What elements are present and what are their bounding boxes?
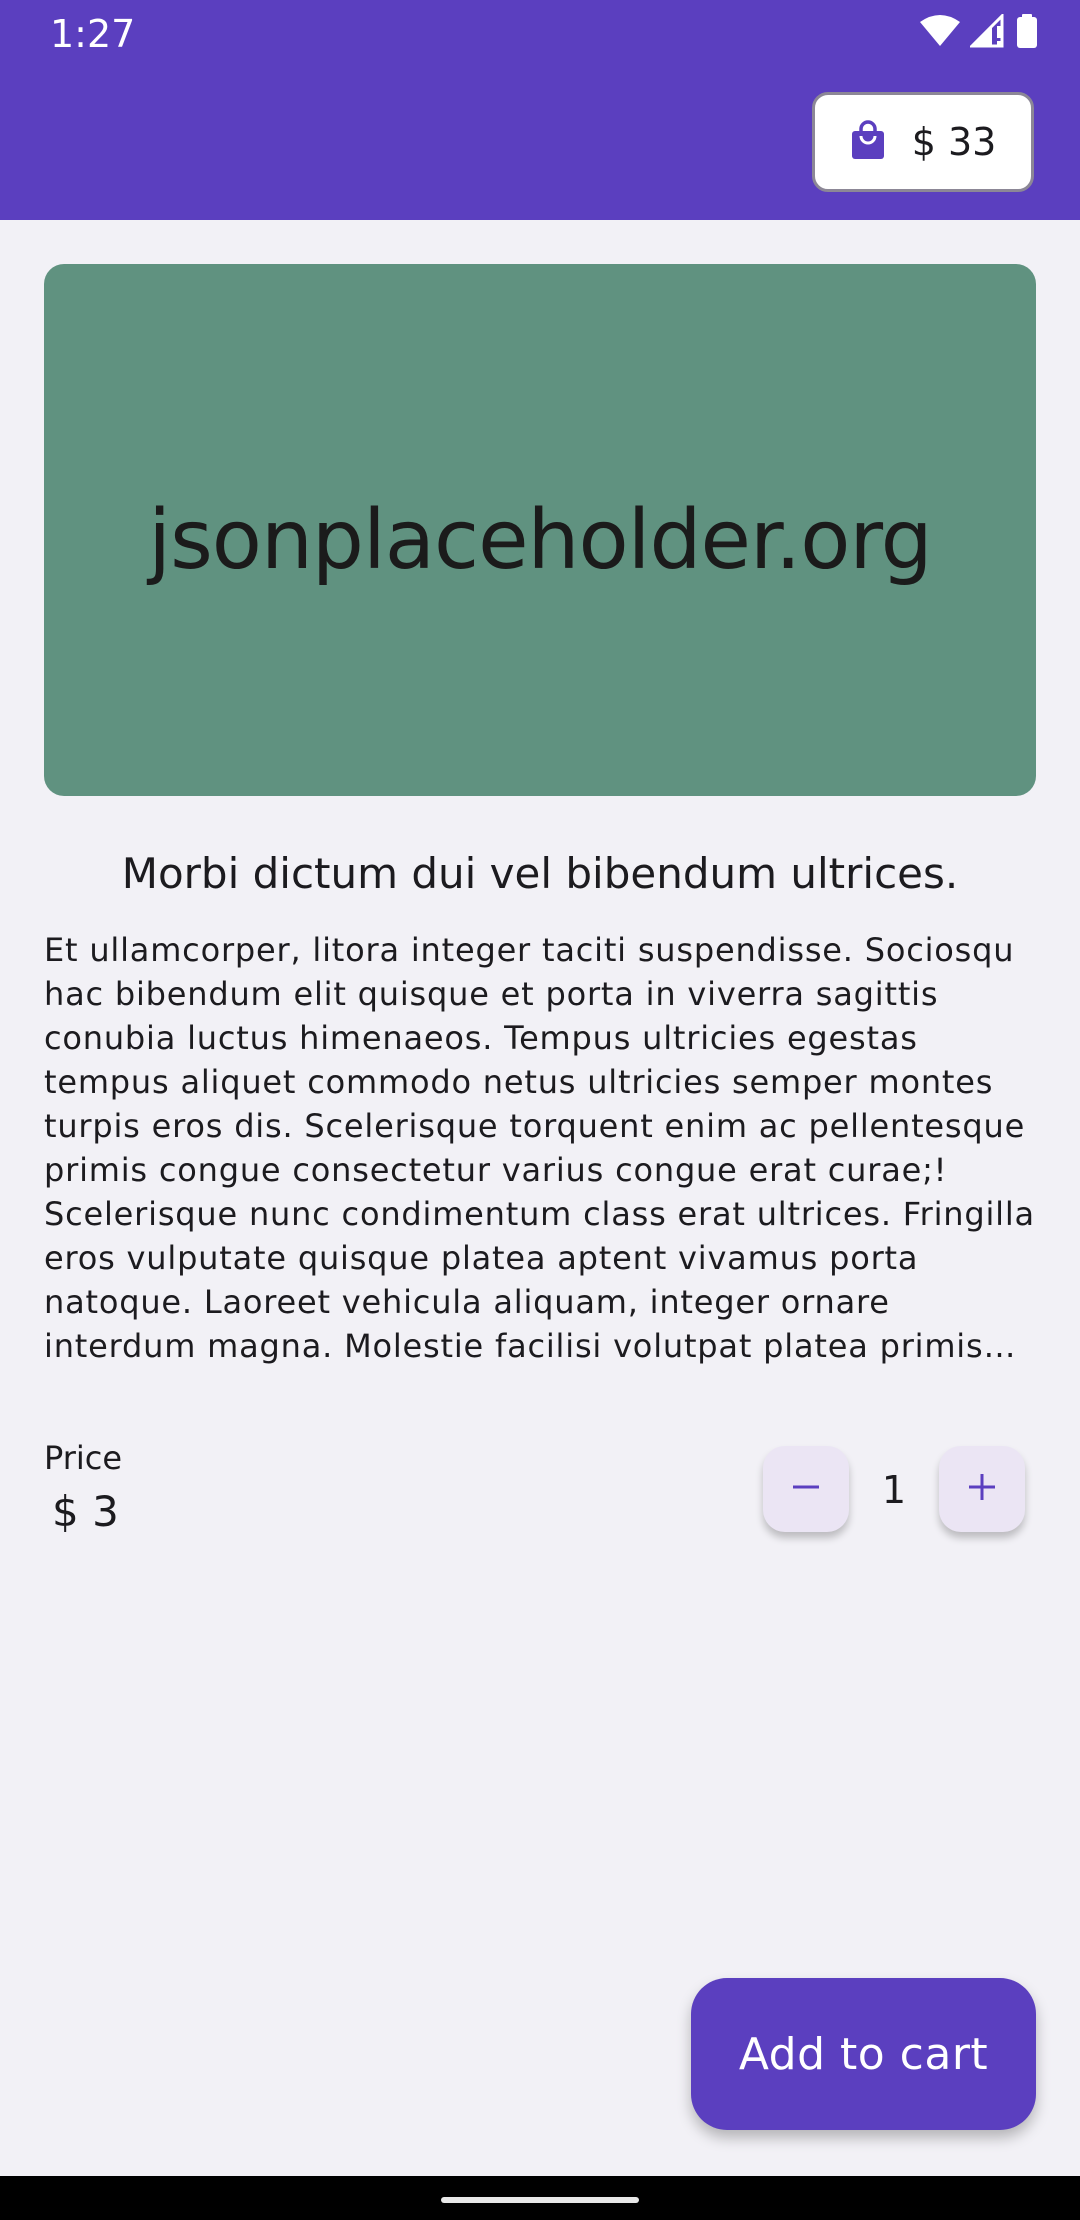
cart-total: $ 33 — [911, 120, 997, 164]
minus-icon — [791, 1472, 821, 1506]
shopping-bag-icon — [850, 120, 886, 164]
cellular-signal-icon — [968, 12, 1006, 52]
status-time: 1:27 — [50, 12, 136, 56]
plus-icon — [967, 1472, 997, 1506]
battery-icon — [1016, 14, 1038, 52]
increase-quantity-button[interactable] — [939, 1446, 1025, 1532]
price-label: Price — [44, 1439, 123, 1477]
top-app-bar: 1:27 $ 33 — [0, 0, 1080, 220]
system-navigation-bar — [0, 2176, 1080, 2220]
quantity-value: 1 — [881, 1468, 907, 1512]
add-to-cart-label: Add to cart — [738, 2028, 989, 2080]
decrease-quantity-button[interactable] — [763, 1446, 849, 1532]
price-value: $ 3 — [52, 1487, 119, 1536]
product-description: Et ullamcorper, litora integer taciti su… — [44, 931, 1035, 1365]
add-to-cart-button[interactable]: Add to cart — [691, 1978, 1036, 2130]
wifi-icon — [920, 14, 960, 52]
home-indicator[interactable] — [441, 2197, 639, 2203]
cart-button[interactable]: $ 33 — [812, 92, 1034, 192]
product-image-placeholder-text: jsonplaceholder.org — [148, 492, 932, 588]
status-icons — [920, 12, 1038, 52]
product-title: Morbi dictum dui vel bibendum ultrices. — [121, 849, 959, 898]
product-image: jsonplaceholder.org — [44, 264, 1036, 796]
